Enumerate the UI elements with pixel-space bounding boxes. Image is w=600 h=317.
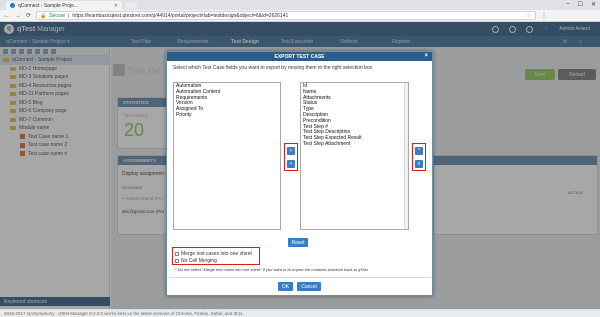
reset-button[interactable]: Reset — [288, 238, 308, 247]
export-note: * Do not select "Merge test cases into o… — [175, 267, 368, 272]
available-fields-list[interactable]: Automation Automation Content Requiremen… — [173, 82, 281, 230]
dialog-title: EXPORT TEST CASE — [274, 53, 325, 60]
browser-menu-icon[interactable]: ⋮ — [541, 12, 547, 19]
dialog-footer: OK Cancel — [167, 277, 432, 295]
qtest-favicon-icon — [10, 3, 15, 8]
dialog-instruction: Select which Test Case fields you want t… — [173, 65, 373, 71]
page-footer: 2015-2017 QASymphony . qTest Manager 8.3… — [0, 309, 600, 317]
close-icon[interactable]: × — [424, 53, 428, 59]
move-buttons-highlight — [284, 143, 298, 171]
selected-fields-list[interactable]: Id Name Attachments Status Type Descript… — [300, 82, 409, 230]
browser-tab-title: qConnect - Sample Proje... — [18, 2, 79, 9]
forward-icon[interactable]: → — [15, 13, 21, 19]
secure-label: Secure — [49, 12, 66, 19]
minimize-icon[interactable]: – — [566, 1, 569, 8]
dialog-header: EXPORT TEST CASE × — [167, 52, 432, 61]
url-separator: | — [68, 12, 70, 19]
close-tab-icon[interactable]: ✕ — [114, 3, 118, 9]
new-tab-button[interactable] — [125, 2, 137, 9]
lock-icon: 🔒 — [40, 12, 47, 19]
ok-button[interactable]: OK — [278, 282, 293, 291]
window-controls: – ☐ ✕ — [566, 1, 596, 8]
close-window-icon[interactable]: ✕ — [591, 1, 596, 8]
url-text: https://learnbasicqtest.qtestnet.com/p/4… — [72, 12, 289, 19]
field-option[interactable]: Test Step Attachment — [303, 141, 406, 148]
back-icon[interactable]: ← — [4, 13, 10, 19]
maximize-icon[interactable]: ☐ — [578, 1, 583, 8]
field-option[interactable]: Priority — [176, 112, 278, 119]
address-bar: ← → ⟳ 🔒 Secure | https://learnbasicqtest… — [0, 10, 600, 22]
list-scrollbar[interactable] — [404, 83, 408, 229]
order-buttons-highlight — [412, 143, 426, 171]
browser-tab[interactable]: qConnect - Sample Proje... ✕ — [6, 1, 122, 10]
bookmark-star-icon[interactable]: ☆ — [527, 13, 531, 19]
options-highlight — [172, 247, 260, 265]
cancel-button[interactable]: Cancel — [297, 282, 321, 291]
export-test-case-dialog: EXPORT TEST CASE × Select which Test Cas… — [166, 51, 433, 296]
url-field[interactable]: 🔒 Secure | https://learnbasicqtest.qtest… — [36, 11, 537, 20]
refresh-icon[interactable]: ⟳ — [26, 12, 31, 19]
